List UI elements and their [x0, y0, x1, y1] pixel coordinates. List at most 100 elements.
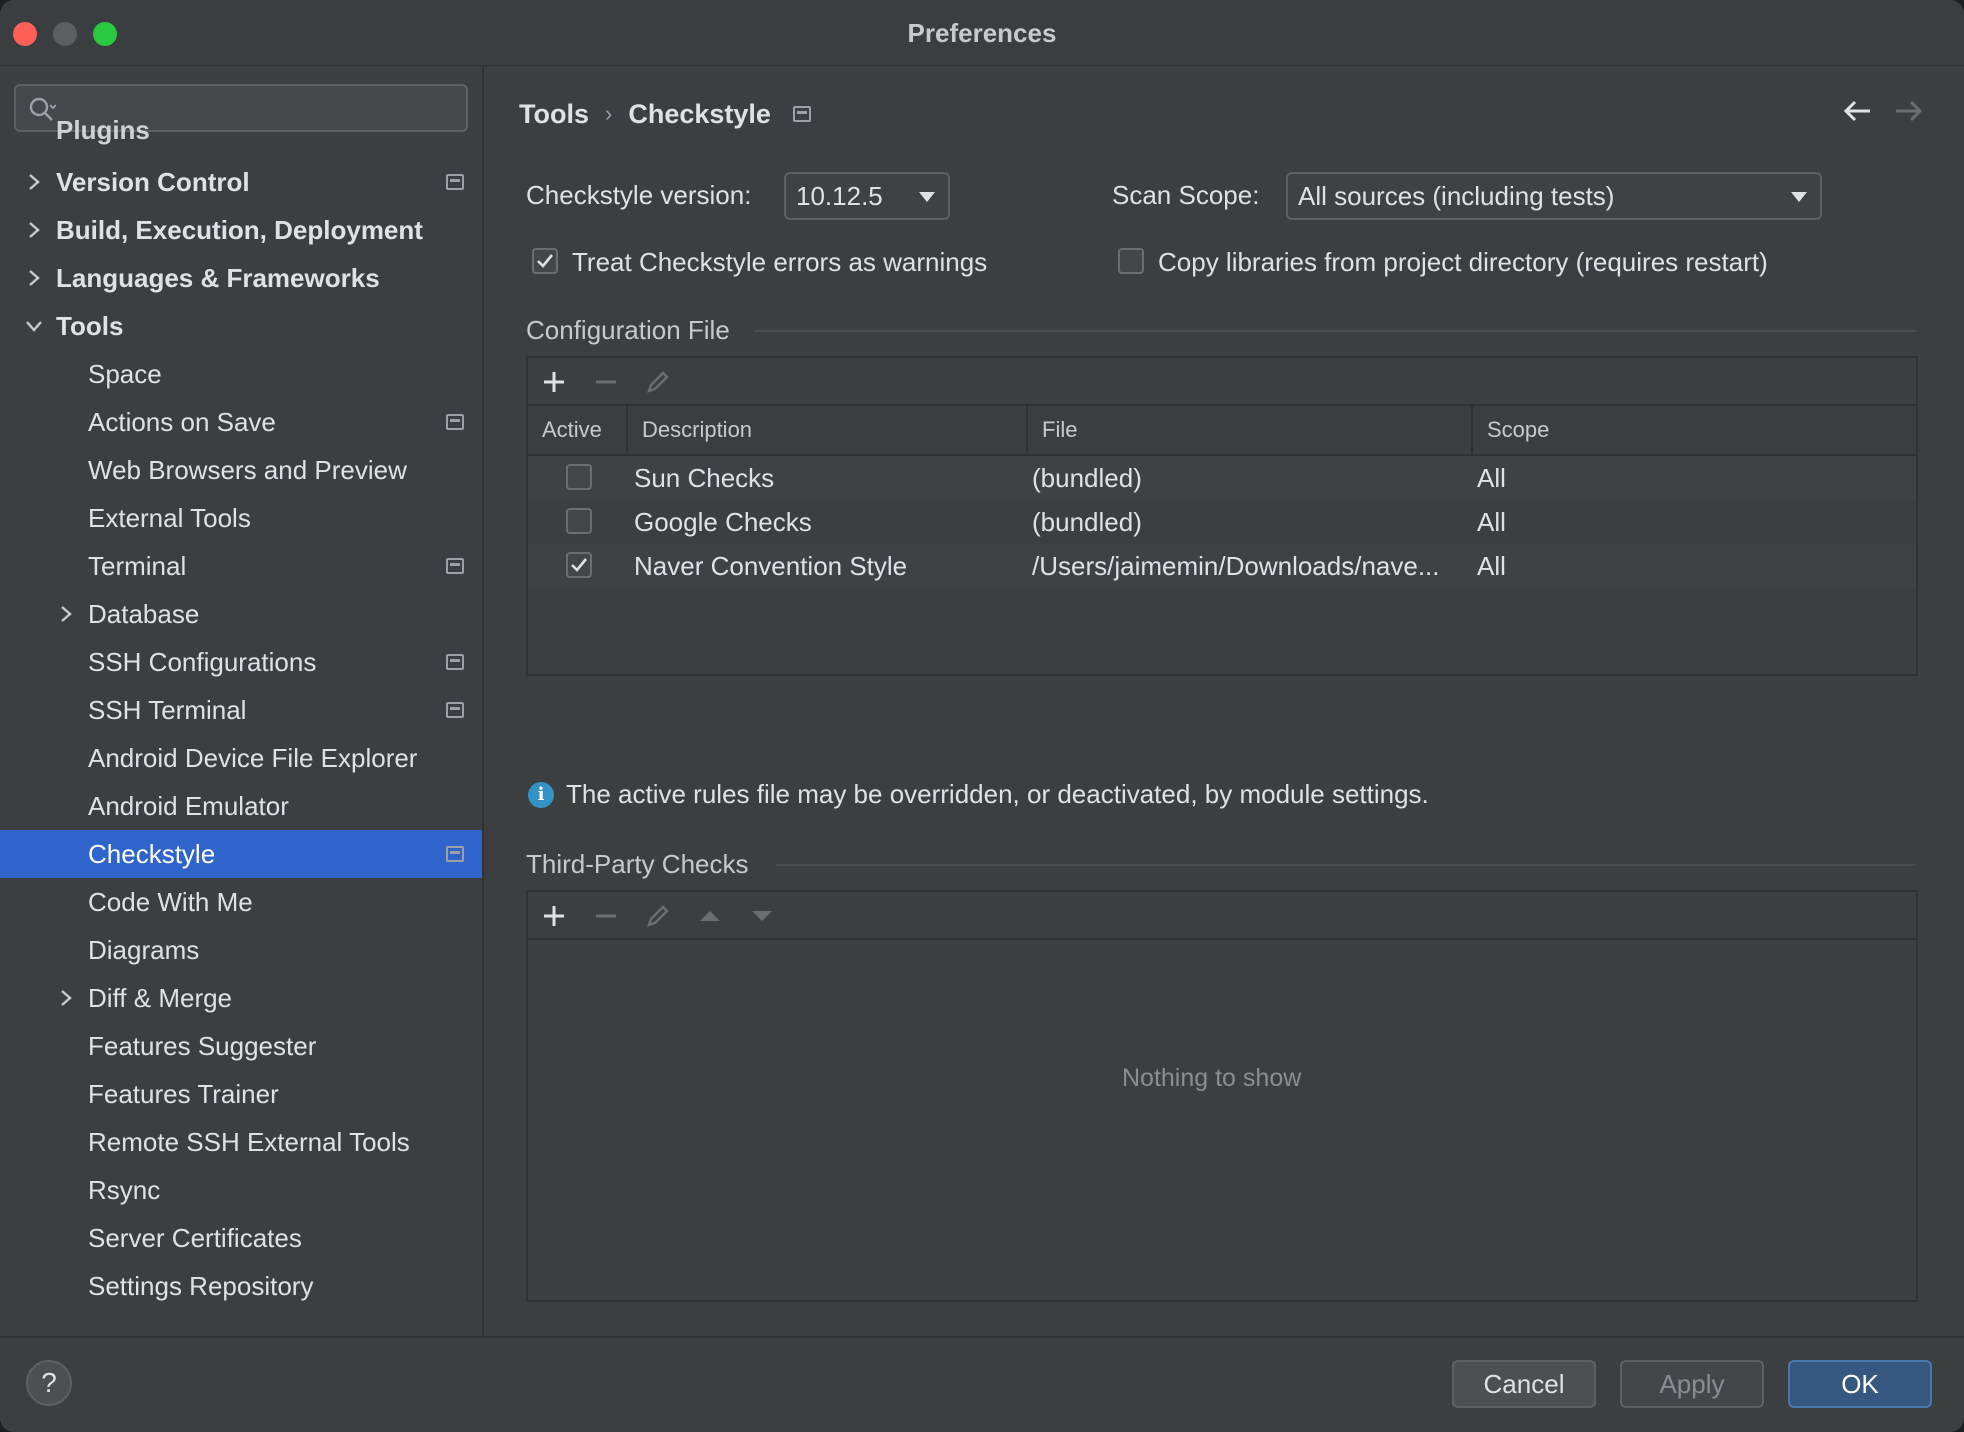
settings-content: Tools › Checkstyle Checkstyle version: 10.… — [486, 66, 1964, 1336]
sidebar-item-label: Features Trainer — [88, 1079, 279, 1109]
settings-sidebar: Plugins Version Control Build, Execution,… — [0, 66, 484, 1336]
sidebar-item-web-browsers-and-preview[interactable]: Web Browsers and Preview — [0, 446, 482, 494]
sidebar-item-label: Actions on Save — [88, 407, 276, 437]
sidebar-item-label: SSH Terminal — [88, 695, 247, 725]
sidebar-item-label: Terminal — [88, 551, 187, 581]
project-level-icon — [792, 105, 811, 122]
chevron-right-icon[interactable] — [24, 172, 44, 192]
move-down-icon[interactable] — [748, 902, 776, 930]
section-divider — [754, 330, 1916, 332]
sidebar-item-languages-frameworks[interactable]: Languages & Frameworks — [0, 254, 482, 302]
sidebar-item-database[interactable]: Database — [0, 590, 482, 638]
sidebar-item-space[interactable]: Space — [0, 350, 482, 398]
sidebar-item-actions-on-save[interactable]: Actions on Save — [0, 398, 482, 446]
checkstyle-version-dropdown[interactable]: 10.12.5 — [784, 172, 950, 220]
cancel-button[interactable]: Cancel — [1452, 1360, 1596, 1408]
back-arrow-icon[interactable] — [1840, 94, 1874, 128]
active-checkbox[interactable] — [566, 464, 592, 490]
treat-errors-checkbox[interactable] — [532, 248, 558, 274]
remove-icon[interactable] — [592, 368, 620, 396]
move-up-icon[interactable] — [696, 902, 724, 930]
config-table-header: Active Description File Scope — [528, 406, 1916, 456]
sidebar-item-label: Version Control — [56, 167, 250, 197]
sidebar-item-settings-repository[interactable]: Settings Repository — [0, 1262, 482, 1310]
treat-errors-label: Treat Checkstyle errors as warnings — [572, 247, 988, 277]
table-row[interactable]: Naver Convention Style/Users/jaimemin/Do… — [528, 544, 1916, 588]
column-header-active[interactable]: Active — [528, 406, 628, 454]
sidebar-item-external-tools[interactable]: External Tools — [0, 494, 482, 542]
sidebar-item-label: Remote SSH External Tools — [88, 1127, 410, 1157]
sidebar-item-label: Tools — [56, 311, 124, 341]
forward-arrow-icon[interactable] — [1892, 94, 1926, 128]
configuration-file-title: Configuration File — [526, 315, 730, 345]
sidebar-item-label: Server Certificates — [88, 1223, 302, 1253]
project-level-icon — [446, 702, 464, 718]
copy-libraries-label: Copy libraries from project directory (r… — [1158, 247, 1768, 277]
sidebar-item-ssh-configurations[interactable]: SSH Configurations — [0, 638, 482, 686]
ok-button[interactable]: OK — [1788, 1360, 1932, 1408]
breadcrumb-parent[interactable]: Tools — [519, 94, 589, 134]
chevron-down-icon — [919, 192, 935, 202]
add-icon[interactable] — [540, 368, 568, 396]
sidebar-item-features-suggester[interactable]: Features Suggester — [0, 1022, 482, 1070]
column-header-file[interactable]: File — [1028, 406, 1473, 454]
sidebar-item-diagrams[interactable]: Diagrams — [0, 926, 482, 974]
project-level-icon — [446, 654, 464, 670]
apply-button[interactable]: Apply — [1620, 1360, 1764, 1408]
copy-libraries-checkbox[interactable] — [1118, 248, 1144, 274]
table-row[interactable]: Google Checks (bundled) All — [528, 500, 1916, 544]
edit-icon[interactable] — [644, 902, 672, 930]
title-bar: Preferences — [0, 0, 1964, 66]
third-party-checks-title: Third-Party Checks — [526, 849, 749, 879]
sidebar-item-build-execution-deployment[interactable]: Build, Execution, Deployment — [0, 206, 482, 254]
sidebar-item-android-device-file-explorer[interactable]: Android Device File Explorer — [0, 734, 482, 782]
table-row[interactable]: Sun Checks (bundled) All — [528, 456, 1916, 500]
edit-icon[interactable] — [644, 368, 672, 396]
chevron-right-icon[interactable] — [24, 268, 44, 288]
chevron-right-icon[interactable] — [56, 988, 76, 1008]
chevron-right-icon[interactable] — [56, 604, 76, 624]
breadcrumb: Tools › Checkstyle — [519, 92, 811, 132]
sidebar-item-label: Plugins — [56, 116, 150, 145]
sidebar-item-label: Settings Repository — [88, 1271, 314, 1301]
sidebar-item-terminal[interactable]: Terminal — [0, 542, 482, 590]
sidebar-item-tools[interactable]: Tools — [0, 302, 482, 350]
column-header-scope[interactable]: Scope — [1473, 406, 1920, 454]
cell-scope: All — [1477, 507, 1506, 537]
dialog-footer: ? Cancel Apply OK — [0, 1336, 1964, 1432]
cell-description: Naver Convention Style — [634, 551, 908, 581]
sidebar-item-code-with-me[interactable]: Code With Me — [0, 878, 482, 926]
chevron-right-icon[interactable] — [24, 220, 44, 240]
remove-icon[interactable] — [592, 902, 620, 930]
active-checkbox[interactable] — [566, 508, 592, 534]
scan-scope-label: Scan Scope: — [1112, 180, 1260, 210]
third-party-checks-panel: Nothing to show — [526, 890, 1918, 1302]
configuration-file-panel: Active Description File Scope Sun Checks (bu… — [526, 356, 1918, 676]
chevron-down-icon[interactable] — [24, 316, 44, 336]
scan-scope-dropdown[interactable]: All sources (including tests) — [1286, 172, 1822, 220]
add-icon[interactable] — [540, 902, 568, 930]
sidebar-item-partial[interactable]: Plugins — [0, 116, 482, 156]
sidebar-item-checkstyle[interactable]: Checkstyle — [0, 830, 482, 878]
sidebar-item-features-trainer[interactable]: Features Trainer — [0, 1070, 482, 1118]
project-level-icon — [446, 414, 464, 430]
cell-file: /Users/jaimemin/Downloads/nave... — [1032, 551, 1440, 581]
sidebar-item-android-emulator[interactable]: Android Emulator — [0, 782, 482, 830]
sidebar-item-label: Diff & Merge — [88, 983, 233, 1013]
checkstyle-version-value: 10.12.5 — [796, 181, 883, 211]
third-party-toolbar — [528, 892, 1916, 940]
sidebar-item-ssh-terminal[interactable]: SSH Terminal — [0, 686, 482, 734]
sidebar-item-remote-ssh-external-tools[interactable]: Remote SSH External Tools — [0, 1118, 482, 1166]
cell-file: (bundled) — [1032, 507, 1142, 537]
active-checkbox[interactable] — [566, 552, 592, 578]
help-button[interactable]: ? — [26, 1360, 72, 1406]
sidebar-item-diff-merge[interactable]: Diff & Merge — [0, 974, 482, 1022]
section-divider — [776, 864, 1916, 866]
column-header-description[interactable]: Description — [628, 406, 1028, 454]
config-toolbar — [528, 358, 1916, 406]
checkstyle-version-label: Checkstyle version: — [526, 180, 752, 210]
sidebar-item-rsync[interactable]: Rsync — [0, 1166, 482, 1214]
sidebar-item-version-control[interactable]: Version Control — [0, 158, 482, 206]
sidebar-item-server-certificates[interactable]: Server Certificates — [0, 1214, 482, 1262]
cell-description: Google Checks — [634, 507, 812, 537]
